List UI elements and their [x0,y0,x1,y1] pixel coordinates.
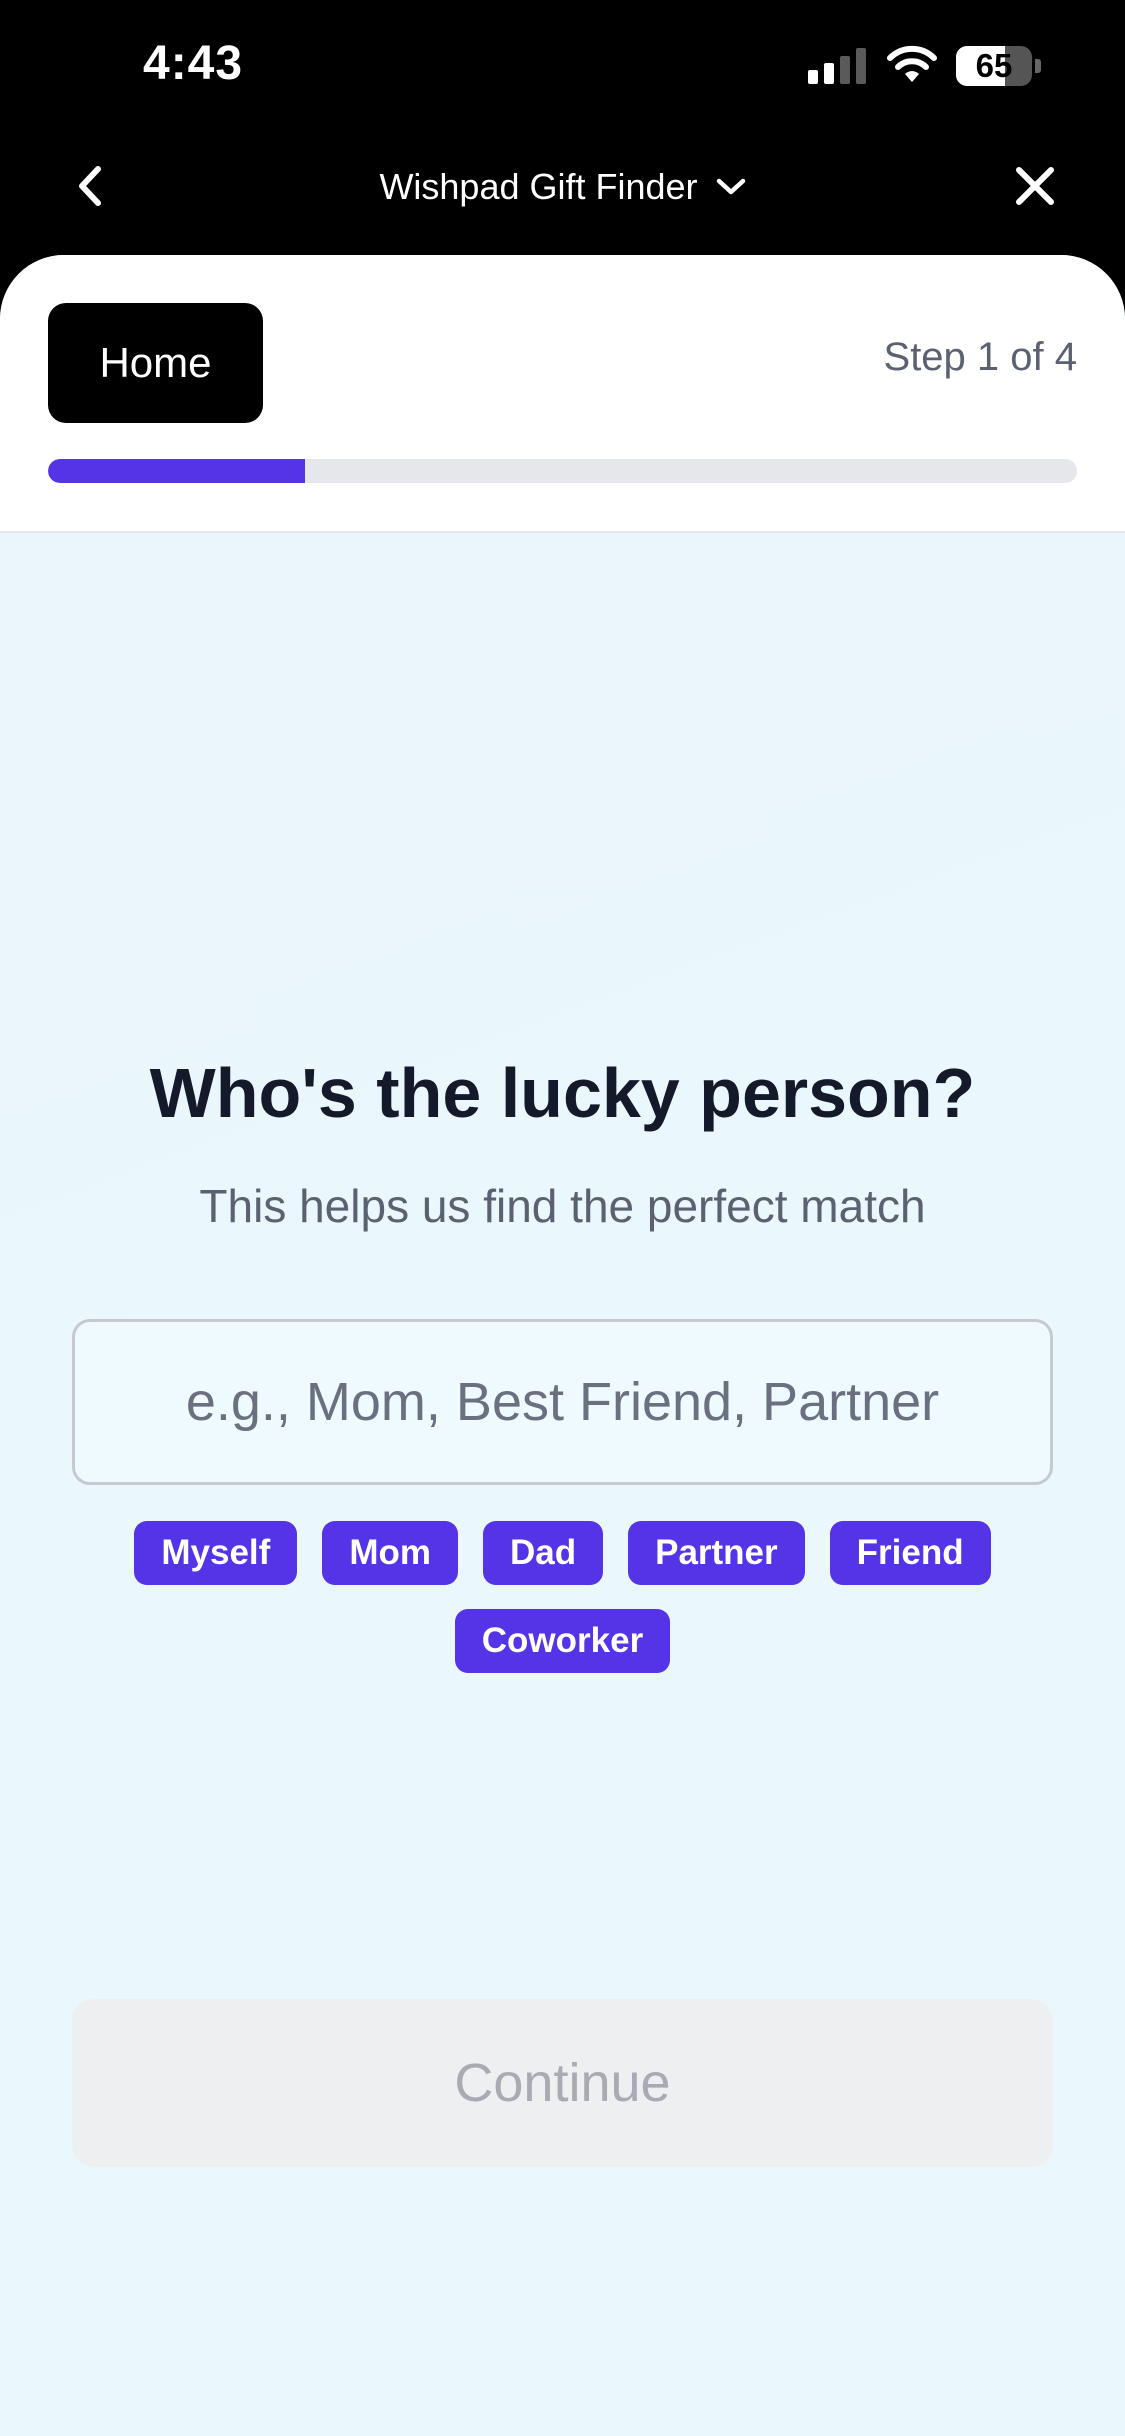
sheet-header: Home Step 1 of 4 [0,255,1125,533]
recipient-input[interactable] [72,1319,1053,1485]
close-icon [1016,167,1054,205]
continue-button[interactable]: Continue [72,1999,1053,2167]
battery-icon: 65 [956,46,1042,86]
status-bar: 4:43 65 [0,0,1125,130]
suggestion-chip-coworker[interactable]: Coworker [454,1609,671,1673]
nav-title: Wishpad Gift Finder [379,165,698,207]
close-button[interactable] [1005,156,1065,216]
cellular-signal-icon [808,48,866,84]
home-button[interactable]: Home [48,303,263,423]
progress-fill [48,459,306,483]
status-time: 4:43 [143,37,244,90]
suggestion-chip-partner[interactable]: Partner [628,1521,805,1585]
progress-bar [48,459,1077,483]
chevron-down-icon [716,178,745,194]
suggestion-chip-friend[interactable]: Friend [829,1521,991,1585]
step-indicator: Step 1 of 4 [883,335,1077,379]
question-title: Who's the lucky person? [149,1054,976,1132]
app-switcher-dropdown[interactable]: Wishpad Gift Finder [379,166,745,208]
chevron-left-icon [79,166,101,206]
suggestion-chip-dad[interactable]: Dad [482,1521,604,1585]
wifi-icon [887,45,937,82]
suggestion-chip-myself[interactable]: Myself [134,1521,298,1585]
suggestion-chips: Myself Mom Dad Partner Friend Coworker [110,1521,1015,1673]
suggestion-chip-mom[interactable]: Mom [322,1521,458,1585]
gift-finder-sheet: Home Step 1 of 4 Who's the lucky person?… [0,255,1125,2436]
question-subtitle: This helps us find the perfect match [199,1180,926,1232]
battery-level: 65 [975,47,1013,84]
app-screen: 4:43 65 Wishpad Gift Finder Home Step 1 … [0,0,1125,2436]
question-panel: Who's the lucky person? This helps us fi… [0,533,1125,2436]
back-button[interactable] [60,156,120,216]
nav-bar: Wishpad Gift Finder [0,130,1125,255]
